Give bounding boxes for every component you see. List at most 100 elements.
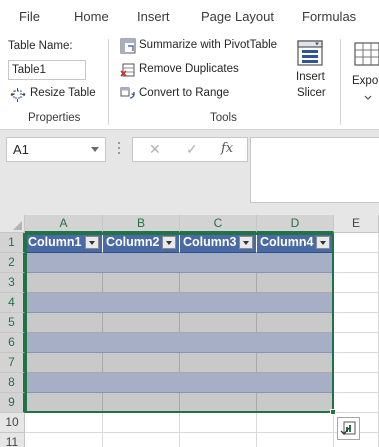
table-data-cell[interactable]	[180, 373, 257, 393]
filter-dropdown-icon[interactable]	[162, 236, 176, 249]
cell-e2[interactable]	[334, 253, 379, 273]
table-data-cell[interactable]	[103, 353, 180, 373]
row-header-7[interactable]: 7	[0, 353, 25, 373]
cell-c11[interactable]	[180, 433, 257, 447]
column-header-e[interactable]: E	[334, 215, 379, 233]
cell-b11[interactable]	[103, 433, 180, 447]
table-data-cell[interactable]	[25, 293, 103, 313]
table-data-cell[interactable]	[103, 253, 180, 273]
table-data-cell[interactable]	[180, 393, 257, 413]
cancel-icon[interactable]: ✕	[149, 141, 161, 158]
remove-duplicates-button[interactable]: Remove Duplicates	[120, 61, 250, 81]
table-data-cell[interactable]	[180, 253, 257, 273]
table-data-cell[interactable]	[103, 393, 180, 413]
cell-e7[interactable]	[334, 353, 379, 373]
table-data-cell[interactable]	[180, 333, 257, 353]
table-data-cell[interactable]	[103, 333, 180, 353]
tab-home[interactable]: Home	[74, 9, 109, 24]
table-header-cell[interactable]: Column3	[180, 233, 257, 253]
table-data-cell[interactable]	[257, 333, 334, 353]
row-header-1[interactable]: 1	[0, 233, 25, 253]
cell-d10[interactable]	[257, 413, 334, 433]
drag-handle-icon[interactable]	[118, 142, 120, 158]
row-header-10[interactable]: 10	[0, 413, 25, 433]
table-data-cell[interactable]	[257, 393, 334, 413]
table-data-cell[interactable]	[103, 373, 180, 393]
table-header-cell[interactable]: Column2	[103, 233, 180, 253]
row-header-3[interactable]: 3	[0, 273, 25, 293]
cell-e6[interactable]	[334, 333, 379, 353]
filter-dropdown-icon[interactable]	[85, 236, 99, 249]
table-data-cell[interactable]	[103, 273, 180, 293]
insert-function-icon[interactable]: fx	[221, 141, 233, 156]
summarize-pivot-button[interactable]: Summarize with PivotTable	[120, 37, 288, 57]
cell-a11[interactable]	[25, 433, 103, 447]
table-data-cell[interactable]	[257, 253, 334, 273]
cell-e9[interactable]	[334, 393, 379, 413]
row-header-4[interactable]: 4	[0, 293, 25, 313]
table-data-cell[interactable]	[257, 273, 334, 293]
cell-e4[interactable]	[334, 293, 379, 313]
cell-e1[interactable]	[334, 233, 379, 253]
filter-dropdown-icon[interactable]	[316, 236, 330, 249]
table-header-label: Column1	[28, 235, 82, 249]
quick-analysis-button[interactable]	[337, 417, 360, 440]
table-data-cell[interactable]	[25, 333, 103, 353]
convert-to-range-button[interactable]: Convert to Range	[120, 85, 240, 105]
table-data-cell[interactable]	[180, 293, 257, 313]
row-header-6[interactable]: 6	[0, 333, 25, 353]
cell-c10[interactable]	[180, 413, 257, 433]
table-data-cell[interactable]	[25, 373, 103, 393]
chevron-down-icon[interactable]	[91, 147, 99, 152]
table-data-cell[interactable]	[257, 293, 334, 313]
table-header-cell[interactable]: Column1	[25, 233, 103, 253]
table-data-cell[interactable]	[25, 253, 103, 273]
column-header-c[interactable]: C	[180, 215, 257, 233]
name-box[interactable]: A1	[6, 137, 106, 162]
table-data-cell[interactable]	[257, 373, 334, 393]
table-data-cell[interactable]	[257, 313, 334, 333]
tab-file[interactable]: File	[19, 9, 40, 24]
table-data-cell[interactable]	[180, 353, 257, 373]
tab-formulas[interactable]: Formulas	[302, 9, 356, 24]
table-data-cell[interactable]	[25, 273, 103, 293]
resize-table-button[interactable]: Resize Table	[10, 85, 100, 105]
table-data-cell[interactable]	[25, 393, 103, 413]
column-header-a[interactable]: A	[25, 215, 103, 233]
formula-input[interactable]	[250, 137, 379, 203]
column-header-b[interactable]: B	[103, 215, 180, 233]
table-data-cell[interactable]	[257, 353, 334, 373]
table-data-cell[interactable]	[180, 313, 257, 333]
table-header-cell[interactable]: Column4	[257, 233, 334, 253]
column-header-d[interactable]: D	[257, 215, 334, 233]
tab-page-layout[interactable]: Page Layout	[201, 9, 274, 24]
fill-handle[interactable]	[330, 409, 336, 415]
tab-insert[interactable]: Insert	[137, 9, 170, 24]
insert-slicer-button[interactable]: Insert Slicer	[292, 37, 330, 107]
export-icon	[354, 42, 379, 66]
table-data-cell[interactable]	[103, 313, 180, 333]
export-button[interactable]: Expor	[348, 37, 379, 107]
cell-b10[interactable]	[103, 413, 180, 433]
cell-a10[interactable]	[25, 413, 103, 433]
table-name-input[interactable]	[8, 60, 86, 80]
enter-icon[interactable]: ✓	[186, 141, 198, 158]
table-data-cell[interactable]	[180, 273, 257, 293]
formula-bar-area: A1 ✕ ✓ fx	[0, 130, 379, 215]
select-all-button[interactable]	[0, 215, 25, 233]
row-header-9[interactable]: 9	[0, 393, 25, 413]
insert-slicer-line1: Insert	[296, 71, 325, 83]
cell-e3[interactable]	[334, 273, 379, 293]
row-header-11[interactable]: 11	[0, 433, 25, 447]
table-data-cell[interactable]	[25, 353, 103, 373]
table-data-cell[interactable]	[25, 313, 103, 333]
filter-dropdown-icon[interactable]	[239, 236, 253, 249]
table-data-cell[interactable]	[103, 293, 180, 313]
row-header-8[interactable]: 8	[0, 373, 25, 393]
row-header-5[interactable]: 5	[0, 313, 25, 333]
row-header-2[interactable]: 2	[0, 253, 25, 273]
cell-e5[interactable]	[334, 313, 379, 333]
cell-d11[interactable]	[257, 433, 334, 447]
cell-e8[interactable]	[334, 373, 379, 393]
pivot-table-icon	[120, 38, 136, 54]
